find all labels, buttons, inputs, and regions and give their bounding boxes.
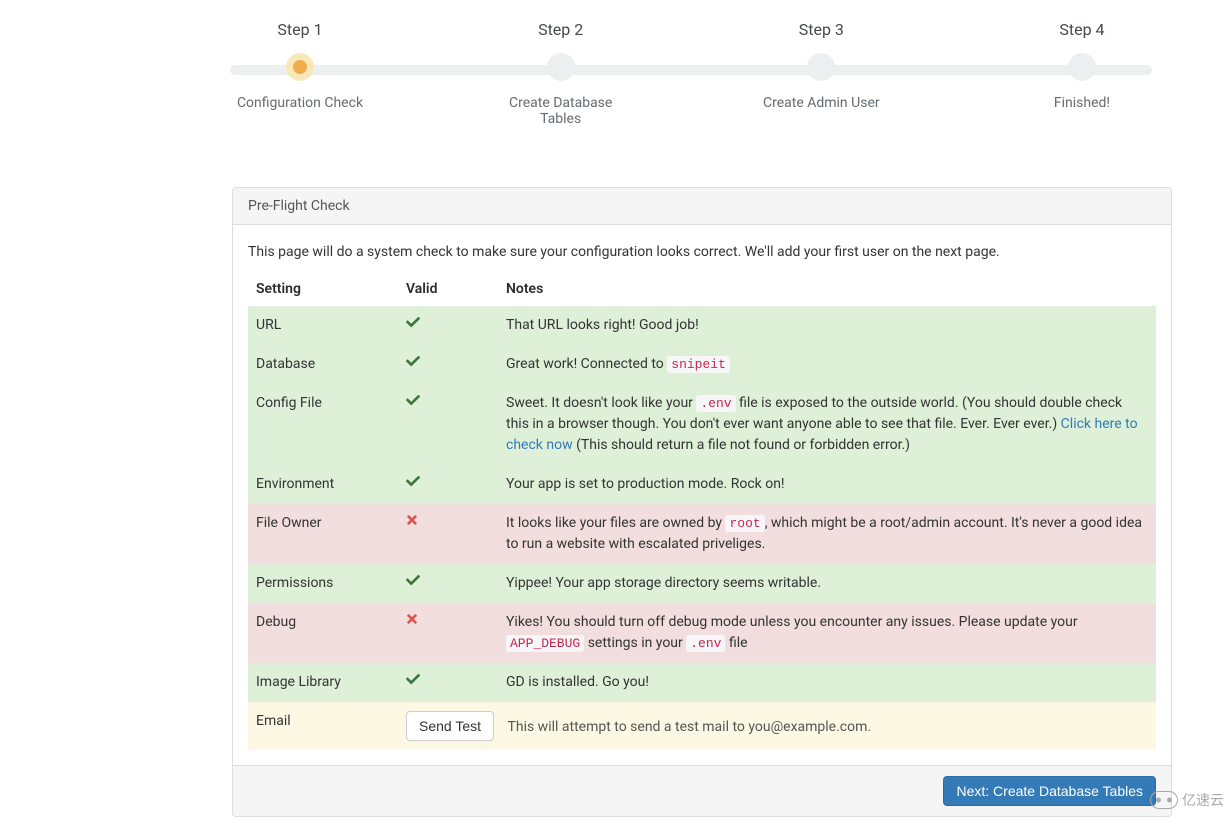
code-app-debug: APP_DEBUG <box>506 635 584 652</box>
notes-cell: Sweet. It doesn't look like your .env fi… <box>498 384 1156 465</box>
setting-label: Debug <box>248 603 398 663</box>
step-1: Step 1 Configuration Check <box>230 20 370 111</box>
check-icon <box>406 474 420 488</box>
step-1-subtitle: Configuration Check <box>230 95 370 111</box>
step-1-title: Step 1 <box>230 20 370 39</box>
valid-cell <box>398 306 498 345</box>
setting-label: Image Library <box>248 663 398 702</box>
step-3-subtitle: Create Admin User <box>751 95 891 111</box>
step-1-dot <box>286 53 314 81</box>
step-4-dot <box>1068 53 1096 81</box>
step-4: Step 4 Finished! <box>1012 20 1152 111</box>
setting-label: Email <box>248 702 398 750</box>
setting-label: Config File <box>248 384 398 465</box>
notes-cell: Your app is set to production mode. Rock… <box>498 465 1156 504</box>
watermark: 亿速云 <box>1150 790 1224 810</box>
valid-cell <box>398 564 498 603</box>
times-icon <box>406 612 420 626</box>
step-2-subtitle: Create Database Tables <box>491 95 631 127</box>
row-permissions: Permissions Yippee! Your app storage dir… <box>248 564 1156 603</box>
valid-cell <box>398 504 498 564</box>
row-email: Email Send Test This will attempt to sen… <box>248 702 1156 750</box>
row-config-file: Config File Sweet. It doesn't look like … <box>248 384 1156 465</box>
code-env: .env <box>686 635 725 652</box>
notes-cell: Great work! Connected to snipeit <box>498 345 1156 384</box>
step-2-dot <box>547 53 575 81</box>
check-icon <box>406 393 420 407</box>
setting-label: Database <box>248 345 398 384</box>
code-snipeit: snipeit <box>667 356 730 373</box>
notes-cell: That URL looks right! Good job! <box>498 306 1156 345</box>
wizard-steps: Step 1 Configuration Check Step 2 Create… <box>230 20 1152 127</box>
step-3: Step 3 Create Admin User <box>751 20 891 111</box>
notes-cell: Yikes! You should turn off debug mode un… <box>498 603 1156 663</box>
row-database: Database Great work! Connected to snipei… <box>248 345 1156 384</box>
step-3-title: Step 3 <box>751 20 891 39</box>
watermark-text: 亿速云 <box>1182 790 1224 810</box>
step-2-title: Step 2 <box>491 20 631 39</box>
preflight-panel: Pre-Flight Check This page will do a sys… <box>232 187 1172 817</box>
row-environment: Environment Your app is set to productio… <box>248 465 1156 504</box>
col-setting: Setting <box>248 272 398 306</box>
step-3-dot <box>807 53 835 81</box>
setting-label: Permissions <box>248 564 398 603</box>
step-2: Step 2 Create Database Tables <box>491 20 631 127</box>
valid-cell <box>398 345 498 384</box>
col-valid: Valid <box>398 272 498 306</box>
panel-footer: Next: Create Database Tables <box>233 765 1171 816</box>
row-debug: Debug Yikes! You should turn off debug m… <box>248 603 1156 663</box>
panel-intro: This page will do a system check to make… <box>248 244 1156 260</box>
valid-cell <box>398 465 498 504</box>
row-image-library: Image Library GD is installed. Go you! <box>248 663 1156 702</box>
watermark-logo-icon <box>1150 791 1178 809</box>
next-button[interactable]: Next: Create Database Tables <box>943 776 1156 806</box>
panel-heading: Pre-Flight Check <box>233 188 1171 225</box>
setting-label: File Owner <box>248 504 398 564</box>
step-4-subtitle: Finished! <box>1012 95 1152 111</box>
step-4-title: Step 4 <box>1012 20 1152 39</box>
check-icon <box>406 354 420 368</box>
times-icon <box>406 513 420 527</box>
preflight-table: Setting Valid Notes URL That URL looks <box>248 272 1156 750</box>
code-env: .env <box>696 395 735 412</box>
notes-cell: GD is installed. Go you! <box>498 663 1156 702</box>
valid-cell <box>398 663 498 702</box>
valid-cell <box>398 603 498 663</box>
setting-label: URL <box>248 306 398 345</box>
row-file-owner: File Owner It looks like your files are … <box>248 504 1156 564</box>
notes-cell: Yippee! Your app storage directory seems… <box>498 564 1156 603</box>
check-icon <box>406 672 420 686</box>
row-url: URL That URL looks right! Good job! <box>248 306 1156 345</box>
notes-cell: It looks like your files are owned by ro… <box>498 504 1156 564</box>
col-notes: Notes <box>498 272 1156 306</box>
email-cell: Send Test This will attempt to send a te… <box>398 702 1156 750</box>
valid-cell <box>398 384 498 465</box>
send-test-button[interactable]: Send Test <box>406 711 494 741</box>
setting-label: Environment <box>248 465 398 504</box>
email-note: This will attempt to send a test mail to… <box>508 717 872 738</box>
check-icon <box>406 573 420 587</box>
check-icon <box>406 315 420 329</box>
code-root: root <box>725 515 764 532</box>
